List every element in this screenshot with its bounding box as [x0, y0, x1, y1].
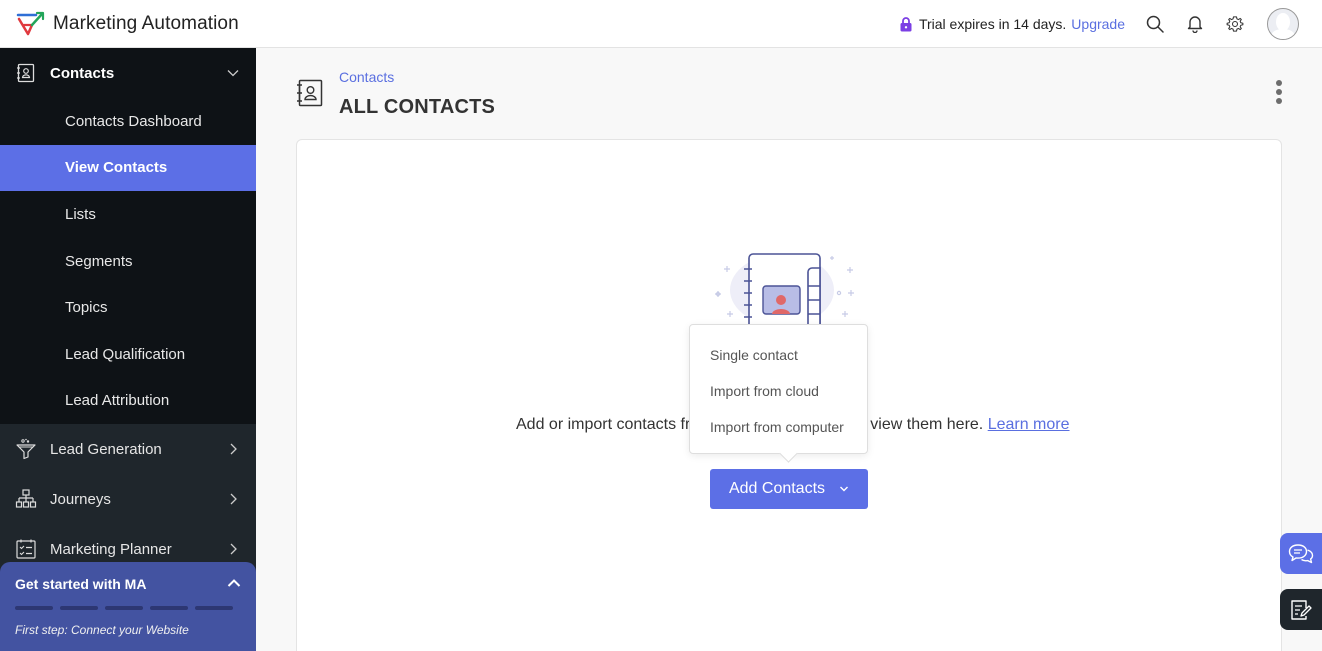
top-bar: Marketing Automation Trial expires in 14… — [0, 0, 1322, 48]
sidebar-item-lead-generation[interactable]: Lead Generation — [0, 424, 256, 474]
notifications-button[interactable] — [1185, 14, 1205, 34]
learn-more-link[interactable]: Learn more — [988, 416, 1070, 433]
sidebar-item-lead-qualification[interactable]: Lead Qualification — [0, 331, 256, 378]
breadcrumb-contacts[interactable]: Contacts — [339, 69, 394, 85]
empty-contacts-illustration — [715, 253, 854, 328]
lock-icon — [900, 16, 912, 31]
progress-step — [105, 606, 143, 610]
search-icon — [1146, 15, 1164, 33]
sidebar-item-lists[interactable]: Lists — [0, 191, 256, 238]
sidebar-item-topics[interactable]: Topics — [0, 284, 256, 331]
get-started-step: First step: Connect your Website — [15, 623, 189, 637]
upgrade-link[interactable]: Upgrade — [1071, 16, 1125, 32]
sidebar-item-journeys[interactable]: Journeys — [0, 474, 256, 524]
funnel-icon — [15, 438, 37, 460]
notes-button[interactable] — [1280, 589, 1322, 630]
add-contacts-menu: Single contact Import from cloud Import … — [689, 324, 868, 454]
page-header: Contacts ALL CONTACTS — [296, 66, 1286, 126]
empty-text-end: view them here. — [870, 416, 984, 433]
kebab-dot — [1276, 80, 1282, 86]
chevron-up-icon[interactable] — [227, 578, 241, 588]
chevron-down-icon — [227, 70, 239, 77]
progress-step — [15, 606, 53, 610]
kebab-dot — [1276, 89, 1282, 95]
search-button[interactable] — [1145, 14, 1165, 34]
sidebar: Contacts Contacts Dashboard View Contact… — [0, 48, 256, 651]
sidebar-item-label: Contacts — [50, 64, 115, 82]
chat-icon — [1288, 543, 1314, 563]
menu-item-single-contact[interactable]: Single contact — [690, 337, 867, 373]
chevron-down-icon — [840, 486, 849, 492]
kebab-dot — [1276, 98, 1282, 104]
get-started-progress — [15, 606, 241, 610]
add-contacts-button[interactable]: Add Contacts — [710, 469, 868, 509]
sidebar-item-contacts[interactable]: Contacts — [0, 48, 256, 98]
sidebar-group-contacts: Contacts Contacts Dashboard View Contact… — [0, 48, 256, 425]
get-started-panel[interactable]: Get started with MA First step: Connect … — [0, 562, 256, 651]
page-title: ALL CONTACTS — [339, 96, 496, 118]
brand[interactable]: Marketing Automation — [16, 11, 239, 37]
bell-icon — [1187, 16, 1203, 33]
progress-step — [195, 606, 233, 610]
get-started-title: Get started with MA — [15, 576, 147, 592]
sidebar-item-lead-attribution[interactable]: Lead Attribution — [0, 378, 256, 425]
checklist-icon — [15, 538, 37, 560]
empty-text-start: Add or import contacts fr — [516, 416, 691, 433]
notes-icon — [1291, 599, 1312, 620]
contacts-book-icon — [297, 79, 323, 107]
app-name: Marketing Automation — [53, 12, 239, 34]
chevron-right-icon — [230, 543, 237, 555]
more-options-button[interactable] — [1272, 80, 1286, 110]
gear-icon — [1226, 15, 1244, 32]
chat-button[interactable] — [1280, 533, 1322, 574]
sidebar-item-contacts-dashboard[interactable]: Contacts Dashboard — [0, 98, 256, 145]
avatar[interactable] — [1267, 7, 1299, 40]
trial-notice: Trial expires in 14 days. Upgrade — [899, 16, 1125, 32]
menu-item-import-from-cloud[interactable]: Import from cloud — [690, 373, 867, 409]
app-logo-icon — [16, 11, 45, 35]
sidebar-item-label: Lead Generation — [50, 440, 162, 458]
trial-text: Trial expires in 14 days. — [918, 15, 1067, 32]
sidebar-item-label: Marketing Planner — [50, 540, 172, 558]
sidebar-item-segments[interactable]: Segments — [0, 238, 256, 285]
progress-step — [150, 606, 188, 610]
menu-item-import-from-computer[interactable]: Import from computer — [690, 409, 867, 445]
chevron-right-icon — [230, 493, 237, 505]
settings-button[interactable] — [1225, 14, 1245, 34]
progress-step — [60, 606, 98, 610]
sidebar-item-view-contacts[interactable]: View Contacts — [0, 144, 256, 192]
add-contacts-label: Add Contacts — [728, 480, 826, 497]
chevron-right-icon — [230, 443, 237, 455]
hierarchy-icon — [15, 488, 37, 510]
contacts-book-icon — [15, 62, 37, 84]
sidebar-item-label: Journeys — [50, 490, 111, 508]
